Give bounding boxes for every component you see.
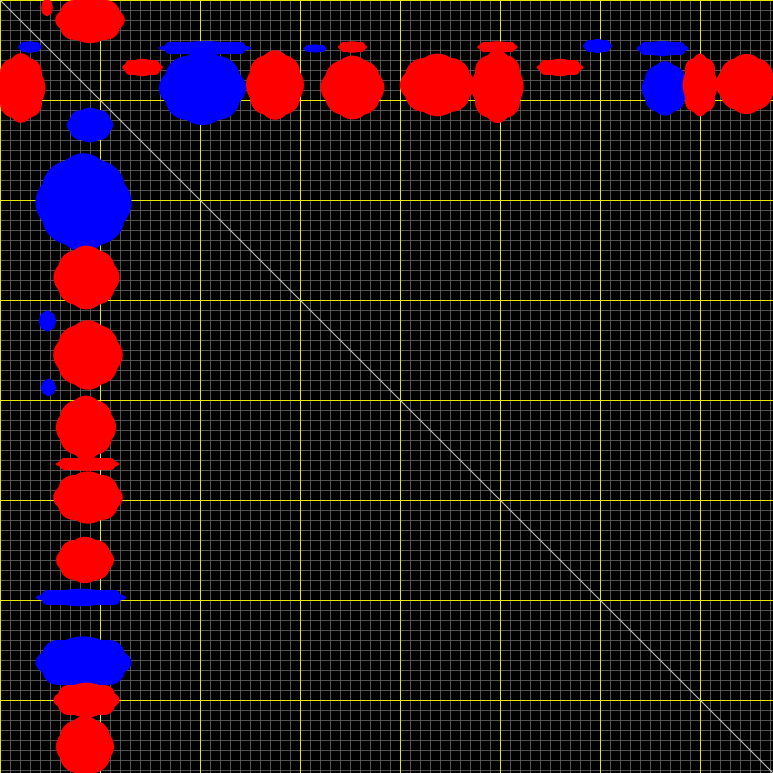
heatmap-blob-edge <box>648 61 682 116</box>
heatmap-blob-edge <box>342 41 363 53</box>
heatmap-blob-edge <box>48 636 119 689</box>
heatmap-blob-edge <box>127 58 158 77</box>
heatmap-blob-edge <box>73 107 107 143</box>
heatmap-blob-edge <box>482 41 513 53</box>
correlation-heatmap <box>0 0 773 773</box>
heatmap-blob-edge <box>171 50 234 126</box>
heatmap-blob-edge <box>410 53 465 117</box>
heatmap-blob-edge <box>48 588 114 607</box>
heatmap-blob-edge <box>64 536 106 584</box>
heatmap-blob-edge <box>724 53 769 115</box>
heatmap-blob-edge <box>48 153 119 252</box>
heatmap-blob-edge <box>643 40 682 57</box>
heatmap-blob-edge <box>543 58 577 77</box>
heatmap-blob-edge <box>478 49 517 124</box>
heatmap-blob-edge <box>64 457 111 471</box>
heatmap-blob-edge <box>62 471 114 524</box>
heatmap-blob-edge <box>64 395 108 460</box>
heatmap-blob-edge <box>687 53 713 117</box>
heatmap-blob-edge <box>62 320 114 390</box>
heatmap-blob-edge <box>306 44 324 53</box>
heatmap-blob-edge <box>254 50 296 120</box>
heatmap-blob-edge <box>21 41 39 53</box>
heatmap-blob-edge <box>587 39 608 53</box>
heatmap-blob-edge <box>62 682 111 718</box>
heatmap-blob-edge <box>329 55 376 120</box>
heatmap-blob-edge <box>41 310 54 332</box>
heatmap-blob-edge <box>3 53 39 123</box>
heatmap-blob-edge <box>43 378 54 397</box>
heatmap-blob-edge <box>62 245 111 310</box>
